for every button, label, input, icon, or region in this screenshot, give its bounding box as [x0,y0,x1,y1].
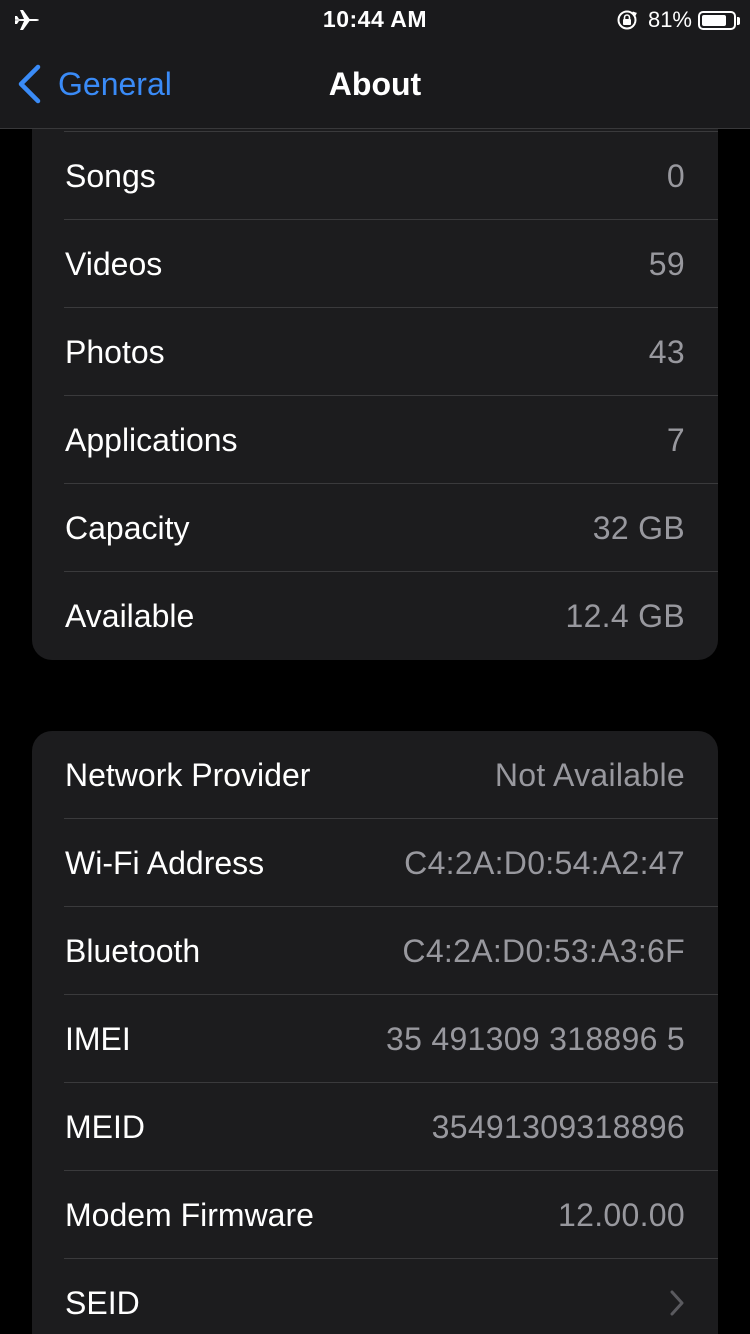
row-applications: Applications 7 [32,396,718,484]
row-label: MEID [65,1108,145,1145]
network-info-group: Network Provider Not Available Wi-Fi Add… [32,731,718,1334]
row-value: 12.4 GB [565,597,685,634]
row-value: 59 [648,245,685,282]
row-value: Not Available [494,756,685,793]
battery-icon [698,10,740,30]
row-label: Videos [65,245,163,282]
row-videos: Videos 59 [32,220,718,308]
row-label: Network Provider [65,756,311,793]
row-label: Songs [65,157,156,194]
about-screen: Songs 0 Videos 59 Photos 43 Applications… [0,0,750,1334]
row-songs: Songs 0 [32,132,718,220]
row-label: IMEI [65,1020,131,1057]
row-value: 35 491309 318896 5 [385,1020,685,1057]
row-value: 32 GB [592,509,685,546]
row-label: Available [65,597,195,634]
row-label: Photos [65,333,165,370]
row-value: 7 [666,421,685,458]
row-label: Bluetooth [65,932,201,969]
rotation-lock-icon [617,10,637,30]
status-right: 81% [616,7,740,33]
battery-percent: 81% [647,7,692,32]
row-value: 0 [666,157,685,194]
row-label: Wi-Fi Address [65,844,265,881]
row-imei: IMEI 35 491309 318896 5 [32,995,718,1083]
row-wifi-address: Wi-Fi Address C4:2A:D0:54:A2:47 [32,819,718,907]
storage-info-group: Songs 0 Videos 59 Photos 43 Applications… [32,80,718,660]
row-photos: Photos 43 [32,308,718,396]
row-label: Applications [65,421,238,458]
row-meid: MEID 35491309318896 [32,1083,718,1171]
battery-fill [702,14,726,26]
row-value: 35491309318896 [431,1108,685,1145]
row-modem-firmware: Modem Firmware 12.00.00 [32,1171,718,1259]
page-title: About [328,66,422,102]
row-value: 43 [648,333,685,370]
row-seid[interactable]: SEID [32,1259,718,1334]
row-label: Capacity [65,509,190,546]
row-capacity: Capacity 32 GB [32,484,718,572]
row-label: SEID [65,1284,140,1321]
row-value: 12.00.00 [558,1196,685,1233]
chevron-right-icon [670,1290,684,1316]
row-network-provider: Network Provider Not Available [32,731,718,819]
row-available: Available 12.4 GB [32,572,718,660]
row-label: Modem Firmware [65,1196,314,1233]
row-value: C4:2A:D0:54:A2:47 [404,844,685,881]
row-value: C4:2A:D0:53:A3:6F [402,932,685,969]
status-bar: 10:44 AM 81% [0,0,750,40]
row-bluetooth: Bluetooth C4:2A:D0:53:A3:6F [32,907,718,995]
